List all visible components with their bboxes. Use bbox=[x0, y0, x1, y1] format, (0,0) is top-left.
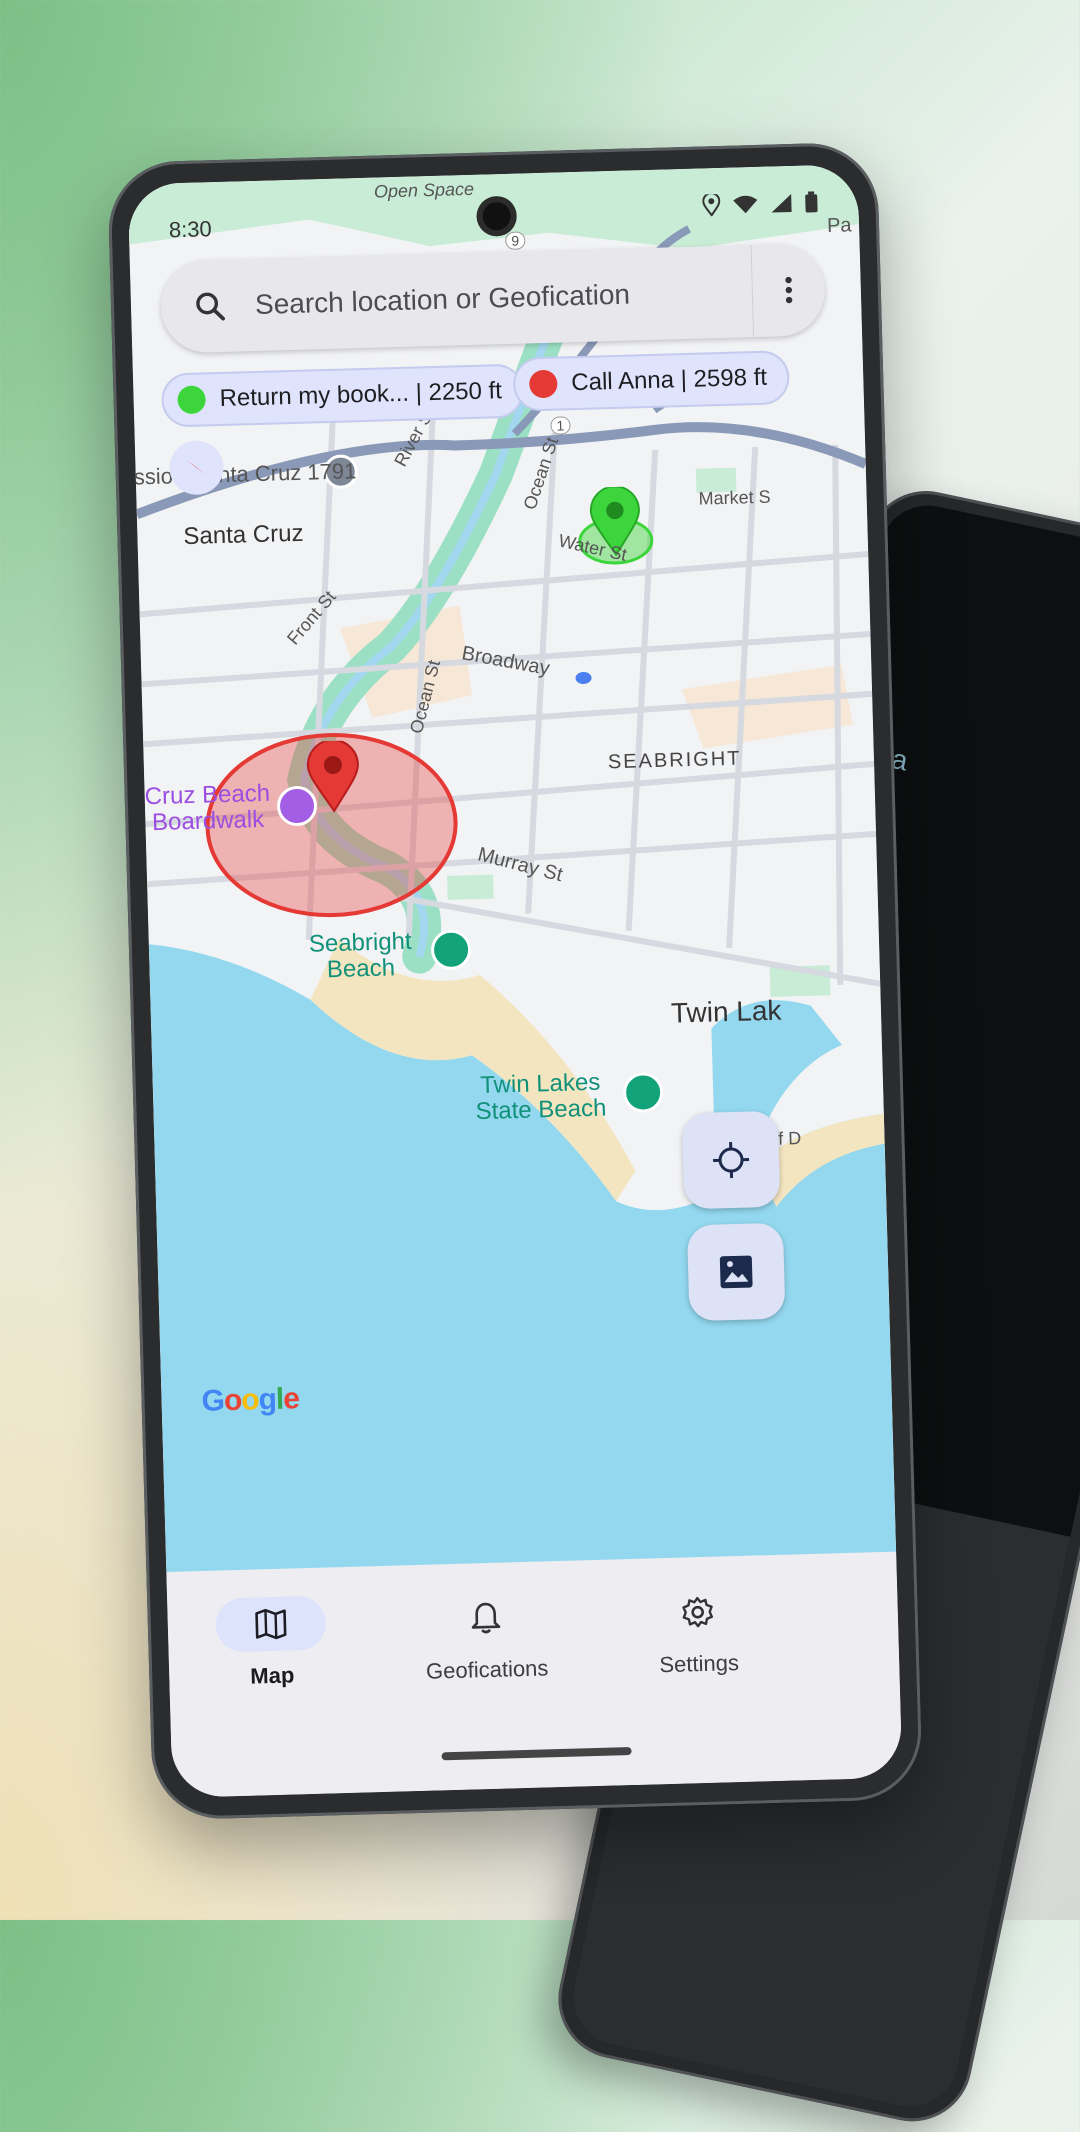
nav-item-geofications[interactable]: Geofications bbox=[405, 1589, 568, 1685]
signal-icon bbox=[770, 193, 793, 214]
image-icon bbox=[718, 1253, 755, 1290]
label-santa-cruz: Santa Cruz bbox=[183, 520, 304, 551]
nav-map-pill bbox=[215, 1596, 326, 1653]
label-twin-lakes: Twin Lak bbox=[671, 995, 782, 1030]
battery-icon bbox=[804, 191, 819, 213]
chip-label: Return my book... | 2250 ft bbox=[219, 377, 502, 413]
nav-map-label: Map bbox=[217, 1662, 328, 1691]
nav-item-map[interactable]: Map bbox=[215, 1596, 328, 1691]
search-input[interactable]: Search location or Geofication bbox=[255, 275, 753, 321]
nav-item-settings[interactable]: Settings bbox=[627, 1583, 770, 1679]
label-seabright: SEABRIGHT bbox=[608, 748, 742, 775]
label-pa: Pa bbox=[827, 214, 852, 238]
more-vert-icon bbox=[783, 275, 794, 305]
location-icon bbox=[702, 194, 721, 216]
label-open-space: Open Space bbox=[374, 179, 475, 203]
compass-icon bbox=[181, 452, 212, 483]
nav-geofications-pill bbox=[430, 1590, 541, 1647]
overflow-menu-button[interactable] bbox=[751, 243, 827, 337]
chip-label: Call Anna | 2598 ft bbox=[571, 364, 767, 397]
nav-settings-pill bbox=[642, 1584, 753, 1641]
label-market-st: Market S bbox=[698, 487, 771, 510]
home-indicator[interactable] bbox=[442, 1747, 632, 1760]
bell-icon bbox=[470, 1601, 501, 1636]
search-bar[interactable]: Search location or Geofication bbox=[160, 243, 826, 354]
wifi-icon bbox=[732, 194, 759, 215]
hwy-1-shield-b: 1 bbox=[550, 416, 570, 435]
my-location-button[interactable] bbox=[682, 1111, 781, 1210]
search-icon bbox=[193, 289, 228, 324]
nav-geofications-label: Geofications bbox=[407, 1655, 568, 1685]
nav-settings-label: Settings bbox=[629, 1649, 770, 1679]
device-stage: Coa tat q1 w2 a s bbox=[0, 0, 1080, 1920]
google-logo: Google bbox=[201, 1382, 299, 1419]
label-boardwalk: Cruz Beach Boardwalk bbox=[144, 781, 271, 836]
geofication-chip-call-anna[interactable]: Call Anna | 2598 ft bbox=[513, 350, 790, 412]
status-time: 8:30 bbox=[169, 216, 213, 243]
label-twin-lakes-beach: Twin Lakes State Beach bbox=[475, 1070, 607, 1126]
hwy-9-shield: 9 bbox=[505, 231, 525, 250]
gear-icon bbox=[680, 1595, 715, 1630]
map-layers-button[interactable] bbox=[687, 1223, 786, 1322]
phone-screen: Open Space ssion Santa Cruz 1791 Santa C… bbox=[128, 164, 903, 1798]
label-seabright-beach: Seabright Beach bbox=[309, 929, 413, 984]
crosshair-icon bbox=[711, 1139, 752, 1180]
chip-status-dot bbox=[177, 385, 206, 414]
chip-status-dot bbox=[529, 370, 558, 399]
main-phone: Open Space ssion Santa Cruz 1791 Santa C… bbox=[107, 142, 923, 1821]
geofication-chip-return-book[interactable]: Return my book... | 2250 ft bbox=[161, 364, 525, 428]
status-icons bbox=[702, 191, 819, 216]
map-icon bbox=[253, 1607, 288, 1642]
bottom-navigation: Map Geofications Settings bbox=[166, 1552, 902, 1798]
